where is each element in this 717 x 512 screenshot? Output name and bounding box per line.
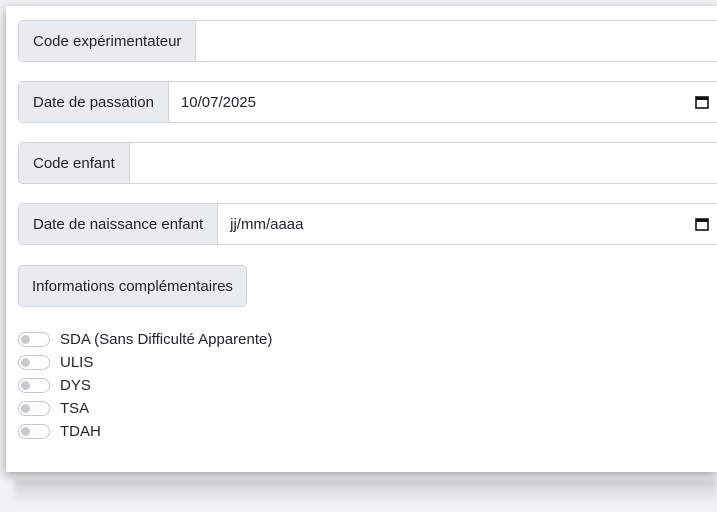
page-shadow — [14, 480, 717, 506]
dys-label: DYS — [60, 377, 91, 394]
additional-info-button[interactable]: Informations complémentaires — [18, 265, 247, 307]
session-date-label: Date de passation — [19, 82, 169, 122]
switch-knob — [21, 427, 30, 436]
child-code-label: Code enfant — [19, 143, 130, 183]
toggle-row-ulis: ULIS — [18, 351, 272, 374]
switch-knob — [21, 381, 30, 390]
toggle-row-tsa: TSA — [18, 397, 272, 420]
sda-label: SDA (Sans Difficulté Apparente) — [60, 331, 273, 348]
birth-date-value: jj/mm/aaaa — [230, 215, 304, 233]
birth-date-input[interactable]: jj/mm/aaaa — [218, 204, 717, 244]
tdah-label: TDAH — [60, 423, 101, 440]
switch-knob — [21, 404, 30, 413]
child-code-group: Code enfant — [18, 142, 717, 184]
experimenter-code-group: Code expérimentateur — [18, 20, 717, 62]
switch-knob — [21, 335, 30, 344]
birth-date-label: Date de naissance enfant — [19, 204, 219, 244]
tsa-label: TSA — [60, 400, 90, 417]
session-date-input[interactable]: 10/07/2025 — [169, 82, 717, 122]
toggle-row-tdah: TDAH — [18, 420, 272, 443]
tsa-switch[interactable] — [18, 401, 50, 416]
experimenter-code-label: Code expérimentateur — [19, 21, 197, 61]
sda-switch[interactable] — [18, 332, 50, 347]
calendar-icon[interactable] — [695, 95, 709, 109]
switch-knob — [21, 358, 30, 367]
session-date-value: 10/07/2025 — [180, 93, 256, 111]
toggle-row-dys: DYS — [18, 374, 272, 397]
dys-switch[interactable] — [18, 378, 50, 393]
calendar-icon[interactable] — [695, 217, 709, 231]
condition-toggles: SDA (Sans Difficulté Apparente) ULIS DYS… — [18, 328, 272, 443]
tdah-switch[interactable] — [18, 424, 50, 439]
session-date-group: Date de passation 10/07/2025 — [18, 81, 717, 123]
toggle-row-sda: SDA (Sans Difficulté Apparente) — [18, 328, 272, 351]
ulis-label: ULIS — [60, 354, 94, 371]
child-code-input[interactable] — [130, 143, 717, 183]
ulis-switch[interactable] — [18, 355, 50, 370]
birth-date-group: Date de naissance enfant jj/mm/aaaa — [18, 203, 717, 245]
form-card: Code expérimentateur Date de passation 1… — [6, 6, 717, 472]
experimenter-code-input[interactable] — [196, 21, 717, 61]
